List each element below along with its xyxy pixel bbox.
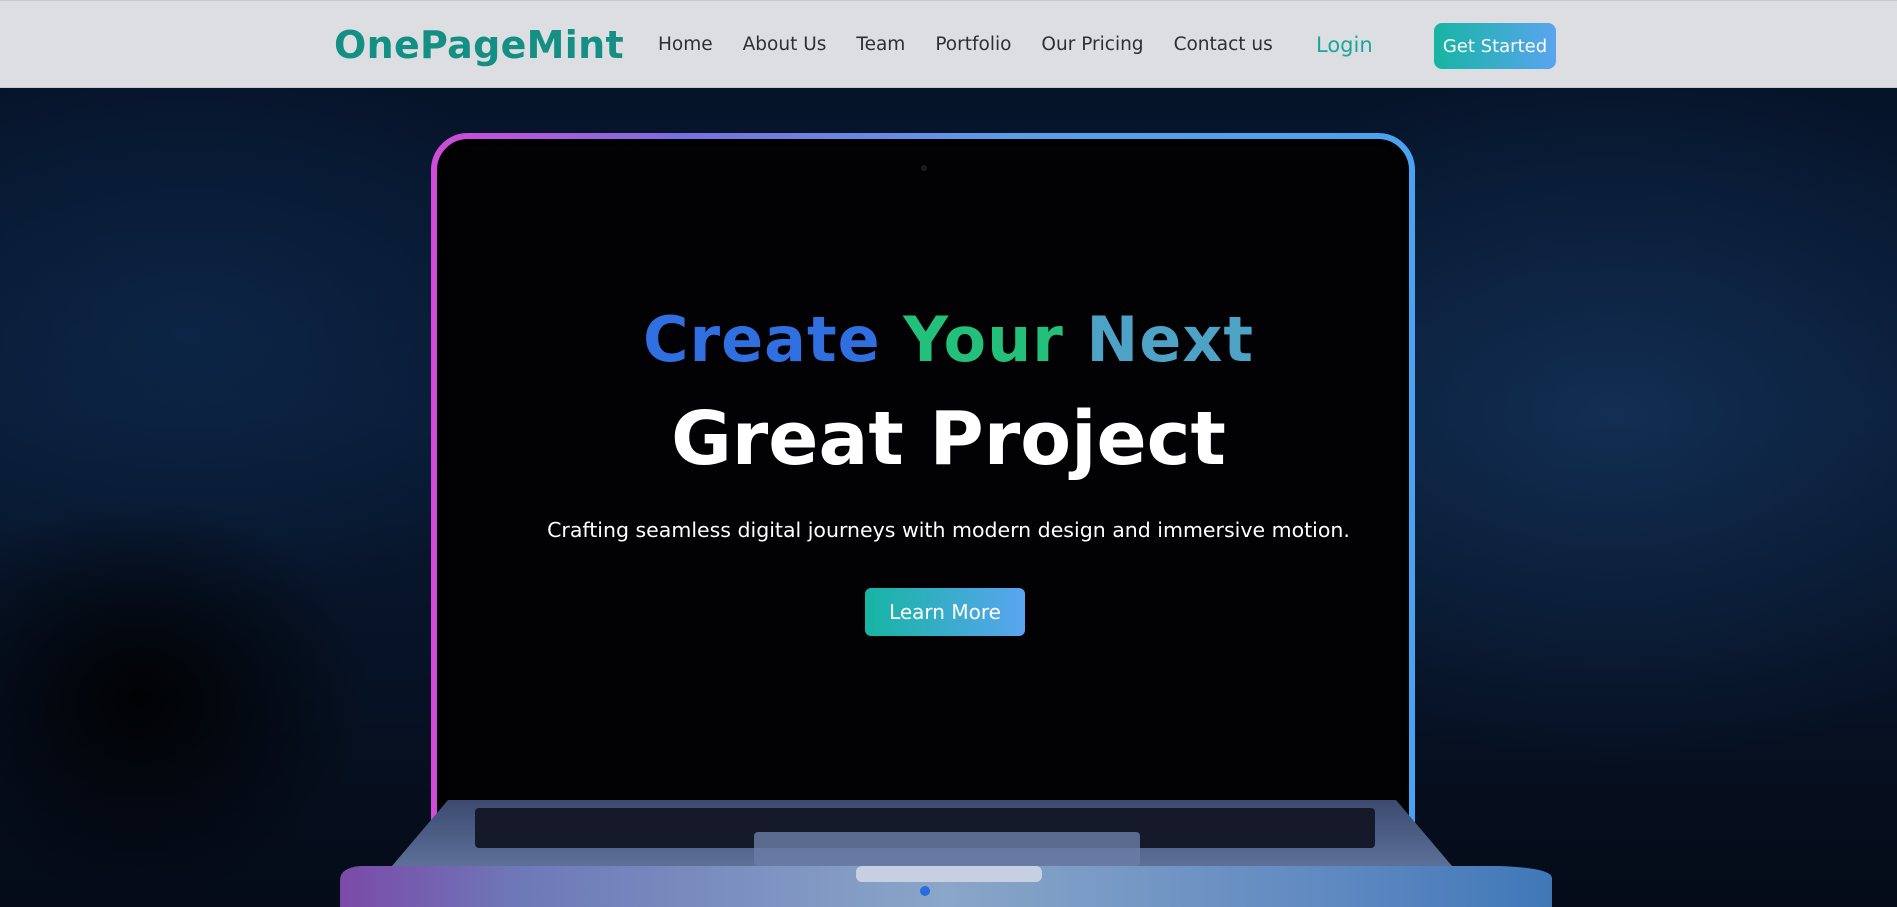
nav-item-portfolio[interactable]: Portfolio: [935, 33, 1011, 57]
hero-headline-line2: Great Project: [671, 396, 1226, 482]
nav-item-our-pricing[interactable]: Our Pricing: [1041, 33, 1143, 57]
hero-content: Create Your Next Great Project Crafting …: [0, 88, 1897, 907]
login-link[interactable]: Login: [1316, 32, 1373, 58]
hero-section: Create Your Next Great Project Crafting …: [0, 88, 1897, 907]
learn-more-button[interactable]: Learn More: [865, 588, 1025, 636]
page: OnePageMint Home About Us Team Portfolio…: [0, 0, 1897, 907]
top-navbar: OnePageMint Home About Us Team Portfolio…: [0, 0, 1897, 88]
hero-subtitle: Crafting seamless digital journeys with …: [547, 518, 1350, 542]
get-started-button[interactable]: Get Started: [1434, 23, 1556, 69]
headline-word-create: Create: [643, 303, 881, 376]
nav-item-team[interactable]: Team: [856, 33, 905, 57]
main-menu: Home About Us Team Portfolio Our Pricing…: [658, 33, 1303, 57]
nav-item-contact-us[interactable]: Contact us: [1174, 33, 1273, 57]
nav-item-about-us[interactable]: About Us: [743, 33, 827, 57]
headline-word-next: Next: [1086, 303, 1254, 376]
headline-word-your: Your: [903, 303, 1064, 376]
nav-item-home[interactable]: Home: [658, 33, 713, 57]
brand-logo[interactable]: OnePageMint: [334, 23, 624, 67]
hero-headline-line1: Create Your Next: [0, 302, 1897, 378]
